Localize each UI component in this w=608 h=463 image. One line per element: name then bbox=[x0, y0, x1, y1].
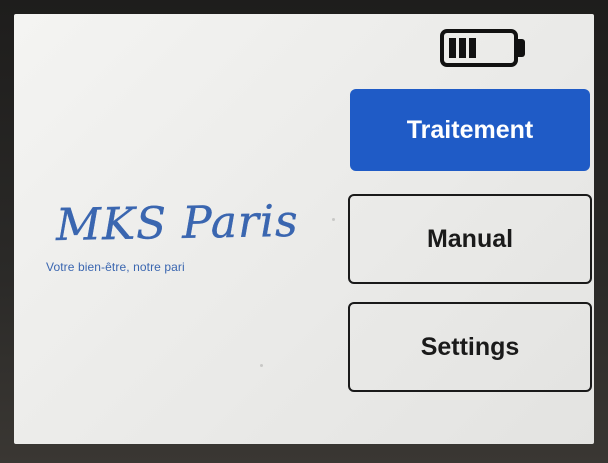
screen-speck bbox=[332, 218, 335, 221]
battery-level-bar bbox=[469, 38, 476, 58]
mks-paris-logo: MKS Paris bbox=[54, 196, 299, 252]
battery-tip bbox=[518, 39, 525, 57]
traitement-button[interactable]: Traitement bbox=[350, 89, 590, 171]
logo-brand-text: MKS Paris bbox=[55, 196, 299, 251]
manual-button[interactable]: Manual bbox=[348, 194, 592, 284]
device-screen: MKS Paris Votre bien-être, notre pari Tr… bbox=[14, 14, 594, 444]
battery-icon bbox=[440, 29, 518, 67]
screen-speck bbox=[260, 364, 263, 367]
settings-button[interactable]: Settings bbox=[348, 302, 592, 392]
logo-tagline: Votre bien-être, notre pari bbox=[46, 260, 185, 274]
battery-level-bar bbox=[449, 38, 456, 58]
battery-level bbox=[449, 38, 476, 58]
battery-level-bar bbox=[459, 38, 466, 58]
